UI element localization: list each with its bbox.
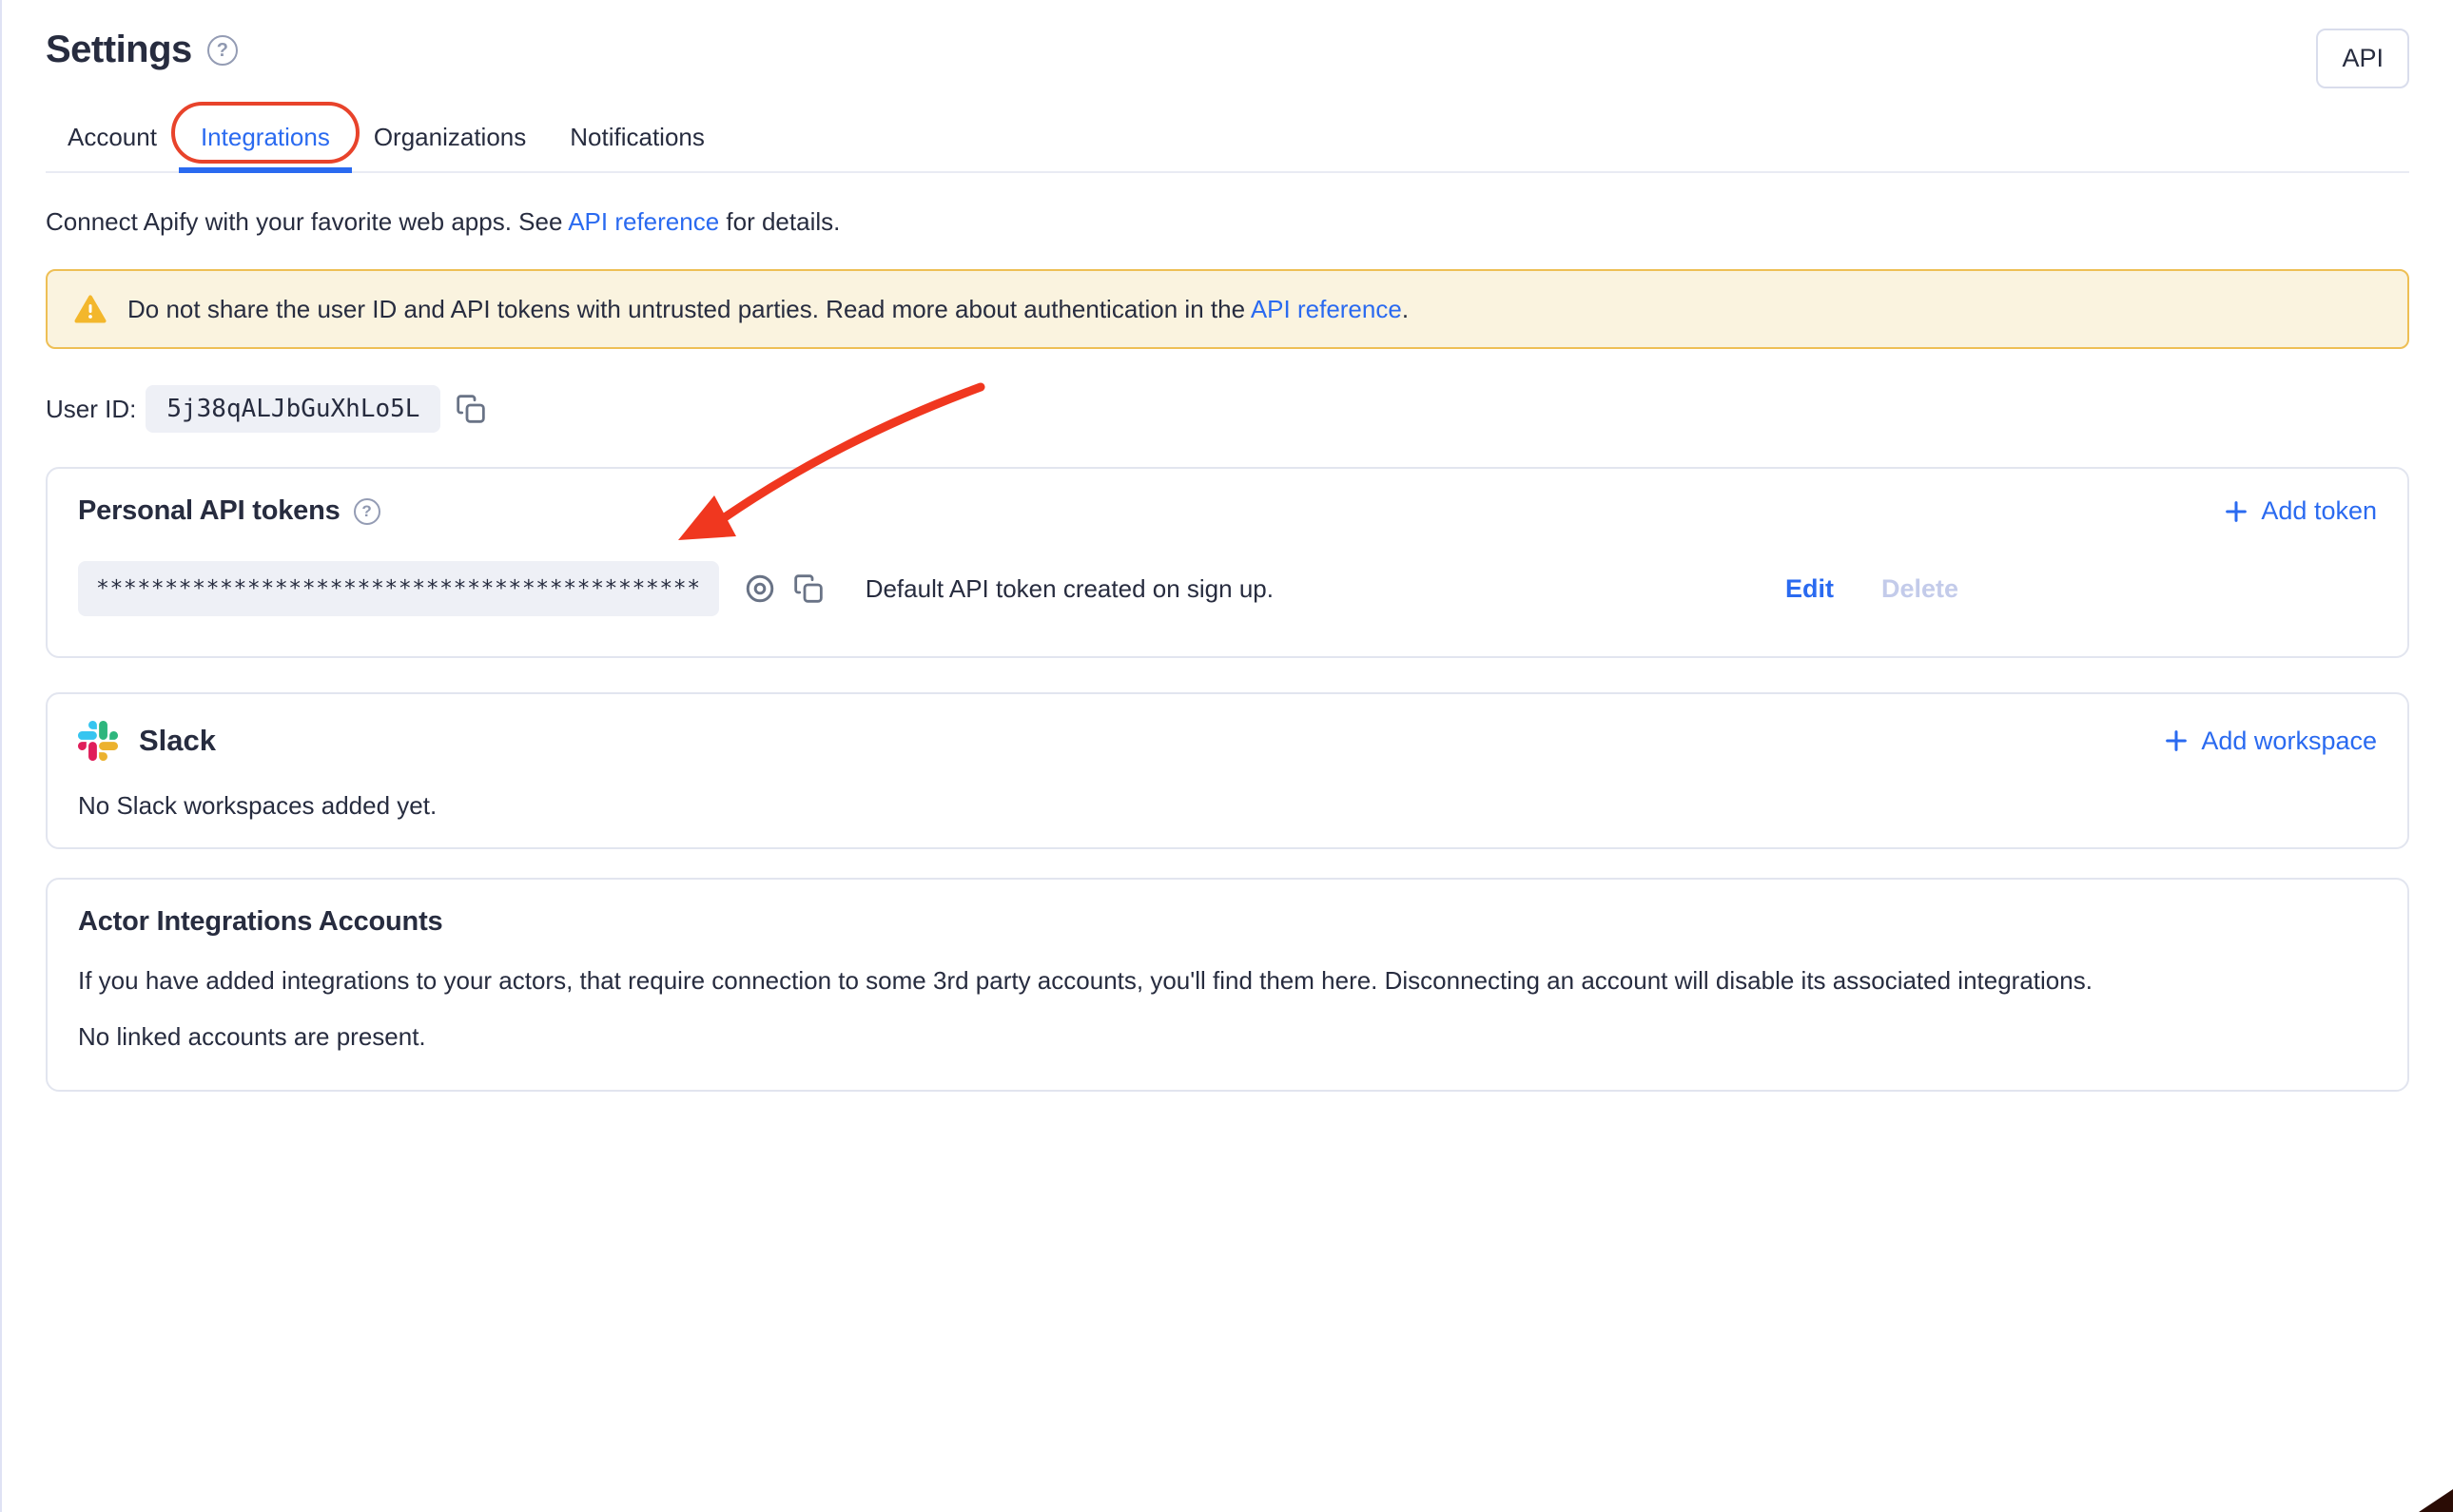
tab-organizations[interactable]: Organizations (352, 117, 548, 171)
tab-notifications-label: Notifications (570, 123, 705, 151)
settings-page: Settings ? API Account Integrations Orga… (0, 0, 2453, 1512)
slack-card-title: Slack (139, 724, 216, 758)
token-row: ****************************************… (78, 561, 2377, 616)
tab-notifications[interactable]: Notifications (548, 117, 727, 171)
add-token-label: Add token (2261, 496, 2377, 526)
warning-text: Do not share the user ID and API tokens … (127, 295, 1409, 324)
actor-card-title: Actor Integrations Accounts (78, 906, 442, 937)
actor-empty-text: No linked accounts are present. (78, 1022, 2377, 1052)
page-title: Settings (46, 29, 192, 71)
warning-icon (74, 295, 107, 324)
edit-token-button[interactable]: Edit (1785, 574, 1834, 604)
intro-text-post: for details. (719, 207, 840, 236)
token-description: Default API token created on sign up. (866, 574, 1274, 604)
personal-api-tokens-card: Personal API tokens ? Add token ********… (46, 467, 2409, 658)
tab-account-label: Account (68, 123, 157, 151)
show-token-button[interactable] (744, 572, 776, 605)
copy-user-id-button[interactable] (456, 394, 486, 424)
user-id-row: User ID: 5j38qALJbGuXhLo5L (46, 385, 2409, 433)
delete-token-button[interactable]: Delete (1881, 574, 1958, 604)
warning-text-post: . (1402, 295, 1409, 323)
slack-empty-text: No Slack workspaces added yet. (78, 791, 2377, 821)
copy-icon (793, 573, 824, 604)
tab-integrations[interactable]: Integrations (179, 117, 352, 171)
tokens-card-title: Personal API tokens (78, 495, 341, 527)
tab-account[interactable]: Account (46, 117, 179, 171)
api-reference-link[interactable]: API reference (568, 207, 719, 236)
slack-card: Slack Add workspace No Slack workspaces … (46, 692, 2409, 849)
slack-icon (78, 721, 118, 761)
warning-banner: Do not share the user ID and API tokens … (46, 269, 2409, 349)
plus-icon (2223, 498, 2249, 525)
add-workspace-button[interactable]: Add workspace (2163, 727, 2377, 756)
token-actions: Edit Delete (1785, 574, 1958, 604)
tokens-help-icon[interactable]: ? (354, 498, 380, 525)
warning-api-reference-link[interactable]: API reference (1251, 295, 1402, 323)
page-header: Settings ? API (46, 0, 2409, 88)
add-token-button[interactable]: Add token (2223, 496, 2377, 526)
settings-help-icon[interactable]: ? (207, 35, 238, 66)
masked-token-value: ****************************************… (78, 561, 719, 616)
add-workspace-label: Add workspace (2201, 727, 2377, 756)
user-id-value: 5j38qALJbGuXhLo5L (146, 385, 440, 433)
tab-integrations-label: Integrations (201, 123, 330, 151)
plus-icon (2163, 727, 2190, 754)
user-id-label: User ID: (46, 395, 136, 424)
intro-text-pre: Connect Apify with your favorite web app… (46, 207, 568, 236)
api-button[interactable]: API (2316, 29, 2409, 88)
copy-token-button[interactable] (793, 573, 824, 604)
settings-tabs: Account Integrations Organizations Notif… (46, 117, 2409, 173)
actor-integrations-card: Actor Integrations Accounts If you have … (46, 878, 2409, 1092)
warning-text-pre: Do not share the user ID and API tokens … (127, 295, 1251, 323)
tab-organizations-label: Organizations (374, 123, 526, 151)
intro-text: Connect Apify with your favorite web app… (46, 207, 2409, 237)
actor-card-description: If you have added integrations to your a… (78, 966, 2377, 996)
eye-icon (744, 572, 776, 605)
corner-cursor-artifact (2419, 1489, 2453, 1512)
copy-icon (456, 394, 486, 424)
active-tab-underline (179, 167, 352, 173)
